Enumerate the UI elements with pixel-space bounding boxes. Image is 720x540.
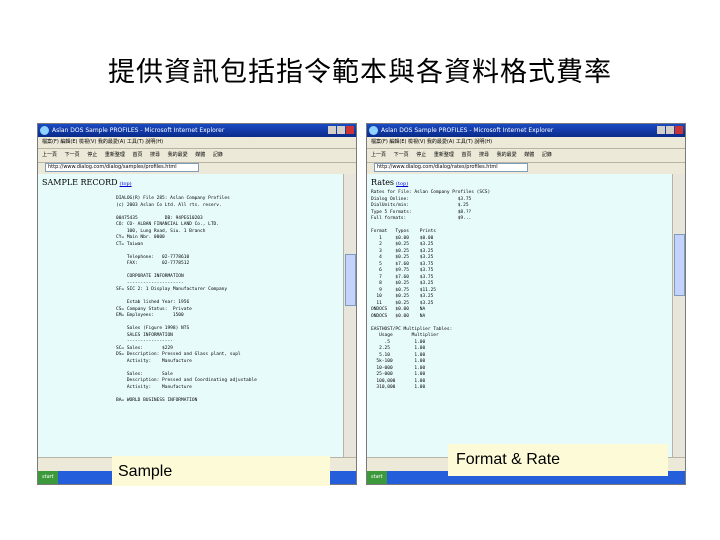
stop-button[interactable]: 停止 [416, 149, 426, 162]
page-heading-text: SAMPLE RECORD [42, 178, 118, 187]
menu-bar[interactable]: 檔案(F) 編輯(E) 檢視(V) 我的最愛(A) 工具(T) 說明(H) [38, 137, 356, 149]
back-button[interactable]: 上一頁 [42, 149, 57, 162]
media-button[interactable]: 媒體 [524, 149, 534, 162]
page-heading-text: Rates [371, 178, 395, 187]
caption-sample: Sample [112, 456, 330, 486]
toolbar: 上一頁 下一頁 停止 重新整理 首頁 搜尋 我的最愛 媒體 記錄 [367, 149, 685, 163]
text-line: 310,000 1.00 [371, 385, 426, 390]
forward-button[interactable]: 下一頁 [394, 149, 409, 162]
close-button[interactable] [346, 126, 354, 134]
text-line: BA= WORLD BUSINESS INFORMATION [116, 397, 198, 403]
record-text: DIALOG(R) File 285: Aslan Company Profil… [116, 196, 257, 404]
ie-icon [40, 126, 49, 135]
search-button[interactable]: 搜尋 [479, 149, 489, 162]
refresh-button[interactable]: 重新整理 [434, 149, 454, 162]
forward-button[interactable]: 下一頁 [65, 149, 80, 162]
window-titlebar: Aslan DOS Sample PROFILES - Microsoft In… [367, 124, 685, 137]
home-button[interactable]: 首頁 [132, 149, 142, 162]
toolbar: 上一頁 下一頁 停止 重新整理 首頁 搜尋 我的最愛 媒體 記錄 [38, 149, 356, 163]
top-link[interactable]: (top) [396, 181, 408, 187]
favorites-button[interactable]: 我的最愛 [168, 149, 188, 162]
minimize-button[interactable] [657, 126, 665, 134]
start-button[interactable]: start [38, 471, 58, 484]
start-button[interactable]: start [367, 471, 387, 484]
top-link[interactable]: (top) [120, 181, 132, 187]
close-button[interactable] [675, 126, 683, 134]
address-input[interactable]: http://www.dialog.com/dialog/rates/profi… [374, 163, 528, 172]
page-heading: Rates (top) [367, 174, 673, 187]
page-content: SAMPLE RECORD (top) DIALOG(R) File 285: A… [38, 174, 344, 458]
maximize-button[interactable] [337, 126, 345, 134]
window-title: Aslan DOS Sample PROFILES - Microsoft In… [52, 127, 225, 134]
address-input[interactable]: http://www.dialog.com/dialog/samples/pro… [45, 163, 199, 172]
vertical-scrollbar[interactable] [672, 174, 685, 458]
ie-icon [369, 126, 378, 135]
maximize-button[interactable] [666, 126, 674, 134]
search-button[interactable]: 搜尋 [150, 149, 160, 162]
minimize-button[interactable] [328, 126, 336, 134]
history-button[interactable]: 記錄 [542, 149, 552, 162]
rates-text: Rates for File: Aslan Company Profiles (… [371, 190, 490, 392]
caption-format-rate: Format & Rate [448, 444, 668, 476]
text-line: Description: Pressed and Coordinating ad… [116, 378, 257, 383]
page-content: Rates (top) Rates for File: Aslan Company… [367, 174, 673, 458]
media-button[interactable]: 媒體 [195, 149, 205, 162]
home-button[interactable]: 首頁 [461, 149, 471, 162]
window-titlebar: Aslan DOS Sample PROFILES - Microsoft In… [38, 124, 356, 137]
vertical-scrollbar[interactable] [343, 174, 356, 458]
screenshot-rates: Aslan DOS Sample PROFILES - Microsoft In… [366, 123, 686, 485]
page-heading: SAMPLE RECORD (top) [38, 174, 344, 187]
menu-bar[interactable]: 檔案(F) 編輯(E) 檢視(V) 我的最愛(A) 工具(T) 說明(H) [367, 137, 685, 149]
screenshot-sample-record: Aslan DOS Sample PROFILES - Microsoft In… [37, 123, 357, 485]
favorites-button[interactable]: 我的最愛 [497, 149, 517, 162]
history-button[interactable]: 記錄 [213, 149, 223, 162]
back-button[interactable]: 上一頁 [371, 149, 386, 162]
stop-button[interactable]: 停止 [87, 149, 97, 162]
scrollbar-thumb[interactable] [345, 254, 356, 306]
window-controls [657, 126, 683, 134]
scrollbar-thumb[interactable] [674, 234, 685, 296]
refresh-button[interactable]: 重新整理 [105, 149, 125, 162]
window-title: Aslan DOS Sample PROFILES - Microsoft In… [381, 127, 554, 134]
window-controls [328, 126, 354, 134]
text-line: DS= Description: Pressed and Glass plant… [116, 352, 241, 357]
slide-title: 提供資訊包括指令範本與各資料格式費率 [108, 57, 612, 88]
text-line: Rates for File: Aslan Company Profiles (… [371, 190, 491, 195]
